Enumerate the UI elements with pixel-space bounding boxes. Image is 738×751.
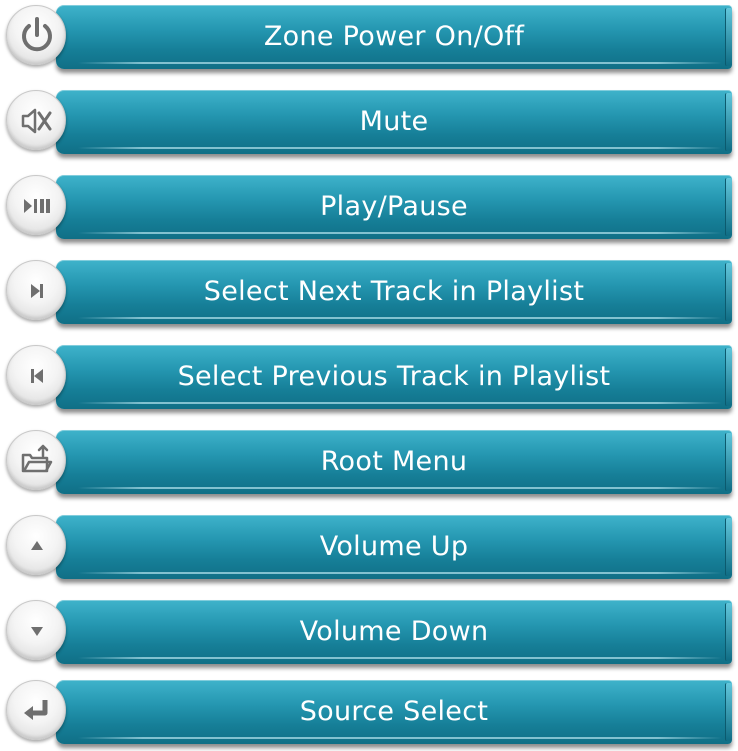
mute-label: Mute (359, 106, 429, 137)
zone-power-round-button[interactable] (6, 5, 66, 65)
root-menu-label: Root Menu (320, 446, 468, 477)
previous-track-label: Select Previous Track in Playlist (177, 361, 611, 392)
mute-round-button[interactable] (6, 90, 66, 150)
root-menu-round-button[interactable] (6, 430, 66, 490)
next-track-row[interactable]: Select Next Track in Playlist (0, 255, 738, 331)
volume-down-label: Volume Down (299, 616, 489, 647)
play-pause-label: Play/Pause (320, 191, 468, 222)
play-pause-round-button[interactable] (6, 175, 66, 235)
volume-up-row[interactable]: Volume Up (0, 510, 738, 586)
volume-down-row[interactable]: Volume Down (0, 595, 738, 671)
zone-power-row[interactable]: Zone Power On/Off (0, 0, 738, 76)
root-menu-icon (21, 444, 53, 473)
volume-up-round-button[interactable] (6, 515, 66, 575)
volume-down-icon (31, 627, 43, 636)
mute-icon (21, 108, 52, 134)
volume-up-icon (31, 541, 43, 550)
mute-row[interactable]: Mute (0, 85, 738, 161)
next-track-icon (31, 284, 43, 298)
zone-control-list: Zone Power On/Off Mute Play/Pause Select… (0, 0, 738, 747)
volume-up-label: Volume Up (319, 531, 469, 562)
root-menu-row[interactable]: Root Menu (0, 425, 738, 501)
previous-track-row[interactable]: Select Previous Track in Playlist (0, 340, 738, 416)
play-pause-icon (24, 199, 50, 213)
previous-track-round-button[interactable] (6, 345, 66, 405)
source-select-round-button[interactable] (6, 680, 66, 740)
zone-power-label: Zone Power On/Off (263, 21, 525, 52)
source-select-row[interactable]: Source Select (0, 675, 738, 751)
next-track-round-button[interactable] (6, 260, 66, 320)
source-select-icon (24, 700, 48, 720)
previous-track-icon (31, 369, 43, 383)
play-pause-row[interactable]: Play/Pause (0, 170, 738, 246)
next-track-label: Select Next Track in Playlist (203, 276, 585, 307)
source-select-label: Source Select (299, 696, 489, 727)
volume-down-round-button[interactable] (6, 600, 66, 660)
power-icon (22, 17, 52, 52)
